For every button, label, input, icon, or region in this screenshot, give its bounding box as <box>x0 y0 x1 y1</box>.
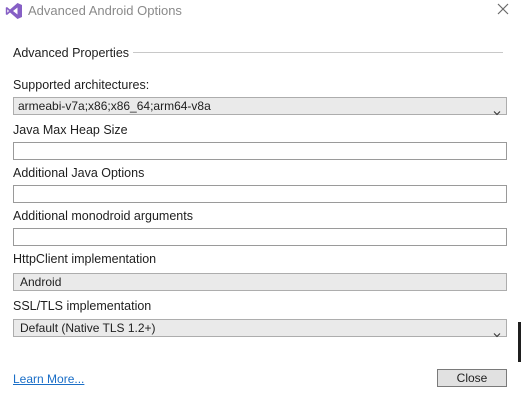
window-title: Advanced Android Options <box>28 3 182 18</box>
chevron-down-icon <box>493 325 501 338</box>
close-button[interactable]: Close <box>437 369 507 387</box>
httpclient-implementation-label: HttpClient implementation <box>13 252 157 266</box>
ssl-tls-implementation-value: Default (Native TLS 1.2+) <box>20 321 156 335</box>
httpclient-implementation-value: Android <box>20 275 62 289</box>
supported-architectures-label: Supported architectures: <box>13 78 150 92</box>
ssl-tls-implementation-label: SSL/TLS implementation <box>13 299 152 313</box>
section-divider <box>133 52 503 53</box>
java-max-heap-size-input[interactable] <box>13 142 507 160</box>
additional-monodroid-arguments-input[interactable] <box>13 228 507 246</box>
additional-monodroid-arguments-label: Additional monodroid arguments <box>13 209 193 223</box>
httpclient-implementation-dropdown[interactable]: Android <box>13 273 507 291</box>
close-icon[interactable] <box>495 1 511 17</box>
visual-studio-logo-icon <box>5 2 23 20</box>
section-title: Advanced Properties <box>13 46 130 60</box>
supported-architectures-dropdown[interactable]: armeabi-v7a;x86;x86_64;arm64-v8a <box>13 97 507 116</box>
chevron-down-icon <box>493 103 501 116</box>
java-max-heap-size-label: Java Max Heap Size <box>13 123 128 137</box>
additional-java-options-label: Additional Java Options <box>13 166 145 180</box>
learn-more-link[interactable]: Learn More... <box>13 372 84 386</box>
additional-java-options-input[interactable] <box>13 185 507 203</box>
ssl-tls-implementation-dropdown[interactable]: Default (Native TLS 1.2+) <box>13 319 507 338</box>
supported-architectures-value: armeabi-v7a;x86;x86_64;arm64-v8a <box>18 99 211 113</box>
